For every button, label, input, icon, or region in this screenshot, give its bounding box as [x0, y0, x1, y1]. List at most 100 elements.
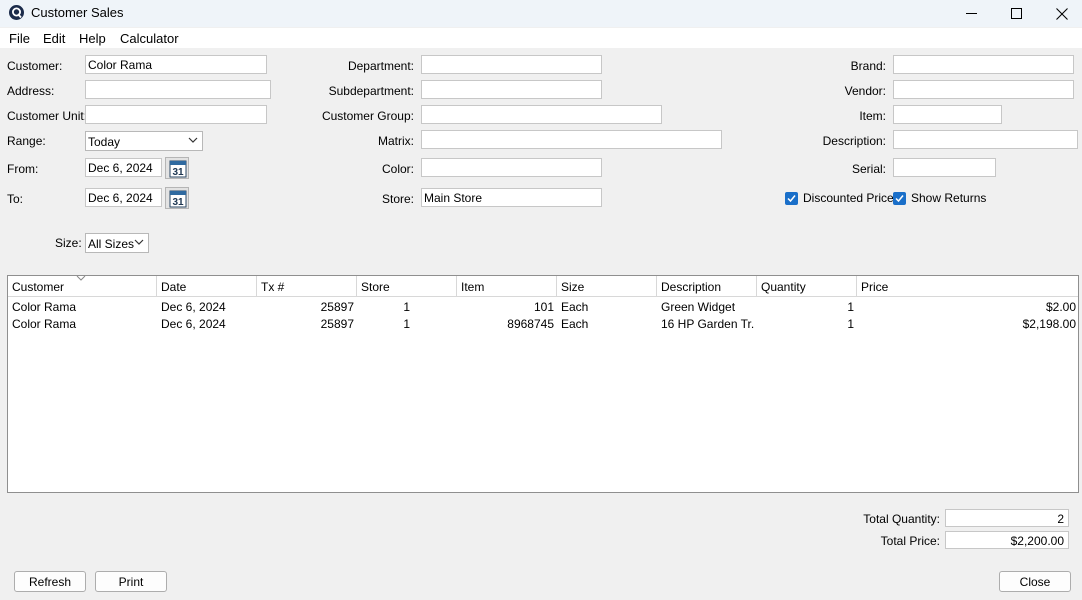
menu-help[interactable]: Help: [79, 31, 106, 46]
to-calendar-button[interactable]: 31: [165, 187, 189, 209]
range-value: Today: [88, 135, 121, 149]
discounted-price-checkbox[interactable]: Discounted Price: [785, 191, 894, 205]
serial-field[interactable]: [893, 158, 996, 177]
close-window-button[interactable]: [1039, 0, 1082, 27]
column-header-date[interactable]: Date: [157, 276, 257, 297]
checkbox-checked-icon: [893, 191, 906, 205]
customer-unit-field[interactable]: [85, 105, 267, 124]
cell-size: Each: [561, 317, 589, 331]
serial-label: Serial:: [851, 162, 886, 176]
table-row[interactable]: Color Rama Dec 6, 2024 25897 1 8968745 E…: [8, 315, 1078, 332]
print-button[interactable]: Print: [95, 571, 167, 592]
menu-bar: File Edit Help Calculator: [0, 28, 1082, 48]
cell-price: $2,198.00: [1022, 317, 1076, 331]
cell-description: 16 HP Garden Tr...: [661, 317, 755, 331]
menu-calculator[interactable]: Calculator: [120, 31, 179, 46]
column-header-customer[interactable]: Customer: [8, 276, 157, 297]
brand-label: Brand:: [850, 59, 886, 73]
menu-edit[interactable]: Edit: [43, 31, 65, 46]
customer-unit-label: Customer Unit:: [7, 109, 88, 123]
show-returns-checkbox[interactable]: Show Returns: [893, 191, 986, 205]
total-quantity-field: 2: [945, 509, 1069, 527]
table-row[interactable]: Color Rama Dec 6, 2024 25897 1 101 Each …: [8, 298, 1078, 315]
title-bar: Customer Sales: [0, 0, 1082, 27]
minimize-button[interactable]: [948, 0, 994, 27]
item-field[interactable]: [893, 105, 1002, 124]
from-date-field[interactable]: Dec 6, 2024: [85, 158, 162, 177]
cell-item: 101: [533, 300, 554, 314]
store-field[interactable]: Main Store: [421, 188, 602, 207]
maximize-button[interactable]: [993, 0, 1039, 27]
cell-price: $2.00: [1045, 300, 1076, 314]
range-label: Range:: [7, 134, 46, 148]
cell-quantity: 1: [847, 300, 854, 314]
show-returns-label: Show Returns: [911, 191, 987, 205]
subdepartment-field[interactable]: [421, 80, 602, 99]
menu-file[interactable]: File: [9, 31, 30, 46]
matrix-field[interactable]: [421, 130, 722, 149]
cell-date: Dec 6, 2024: [161, 317, 226, 331]
matrix-label: Matrix:: [378, 134, 414, 148]
color-field[interactable]: [421, 158, 602, 177]
total-price-label: Total Price:: [880, 534, 940, 548]
cell-tx: 25897: [320, 300, 354, 314]
item-label: Item:: [859, 109, 886, 123]
close-button[interactable]: Close: [999, 571, 1071, 592]
cell-store: 1: [403, 300, 410, 314]
refresh-button[interactable]: Refresh: [14, 571, 86, 592]
column-header-size[interactable]: Size: [557, 276, 657, 297]
cell-store: 1: [403, 317, 410, 331]
from-calendar-button[interactable]: 31: [165, 157, 189, 179]
from-label: From:: [7, 162, 39, 176]
svg-text:31: 31: [172, 167, 184, 178]
cell-customer: Color Rama: [12, 300, 77, 314]
store-label: Store:: [381, 192, 414, 206]
description-field[interactable]: [893, 130, 1078, 149]
cell-quantity: 1: [847, 317, 854, 331]
calendar-icon: 31: [169, 160, 187, 178]
subdepartment-label: Subdepartment:: [328, 84, 414, 98]
cell-tx: 25897: [320, 317, 354, 331]
column-header-price[interactable]: Price: [857, 276, 1078, 297]
column-header-item[interactable]: Item: [457, 276, 557, 297]
customer-group-label: Customer Group:: [321, 109, 414, 123]
column-header-quantity[interactable]: Quantity: [757, 276, 857, 297]
customer-group-field[interactable]: [421, 105, 662, 124]
cell-size: Each: [561, 300, 589, 314]
customer-field[interactable]: Color Rama: [85, 55, 267, 74]
close-icon: [1056, 7, 1068, 20]
minimize-icon: [965, 13, 977, 14]
cell-date: Dec 6, 2024: [161, 300, 226, 314]
sales-table[interactable]: Customer Date Tx # Store Item Size Descr…: [7, 275, 1079, 493]
description-label: Description:: [822, 134, 886, 148]
department-field[interactable]: [421, 55, 602, 74]
customer-label: Customer:: [7, 59, 63, 73]
checkbox-checked-icon: [785, 191, 798, 205]
cell-customer: Color Rama: [12, 317, 77, 331]
column-header-description[interactable]: Description: [657, 276, 757, 297]
chevron-down-icon: [134, 239, 144, 245]
column-header-store[interactable]: Store: [357, 276, 457, 297]
brand-field[interactable]: [893, 55, 1074, 74]
department-label: Department:: [347, 59, 414, 73]
table-header: Customer Date Tx # Store Item Size Descr…: [8, 276, 1078, 297]
maximize-icon: [1010, 8, 1022, 19]
vendor-label: Vendor:: [844, 84, 886, 98]
column-header-tx[interactable]: Tx #: [257, 276, 357, 297]
to-date-field[interactable]: Dec 6, 2024: [85, 188, 162, 207]
range-dropdown[interactable]: Today: [85, 131, 203, 151]
address-label: Address:: [7, 84, 55, 98]
color-label: Color:: [381, 162, 414, 176]
window-title: Customer Sales: [31, 5, 124, 20]
total-quantity-label: Total Quantity:: [863, 512, 940, 526]
calendar-icon: 31: [169, 190, 187, 208]
cell-item: 8968745: [507, 317, 554, 331]
size-dropdown[interactable]: All Sizes: [85, 233, 149, 253]
size-value: All Sizes: [88, 237, 135, 251]
app-logo-icon: [9, 5, 24, 20]
address-field[interactable]: [85, 80, 271, 99]
total-price-field: $2,200.00: [945, 531, 1069, 549]
vendor-field[interactable]: [893, 80, 1074, 99]
discounted-price-label: Discounted Price: [803, 191, 894, 205]
size-label: Size:: [55, 236, 82, 250]
